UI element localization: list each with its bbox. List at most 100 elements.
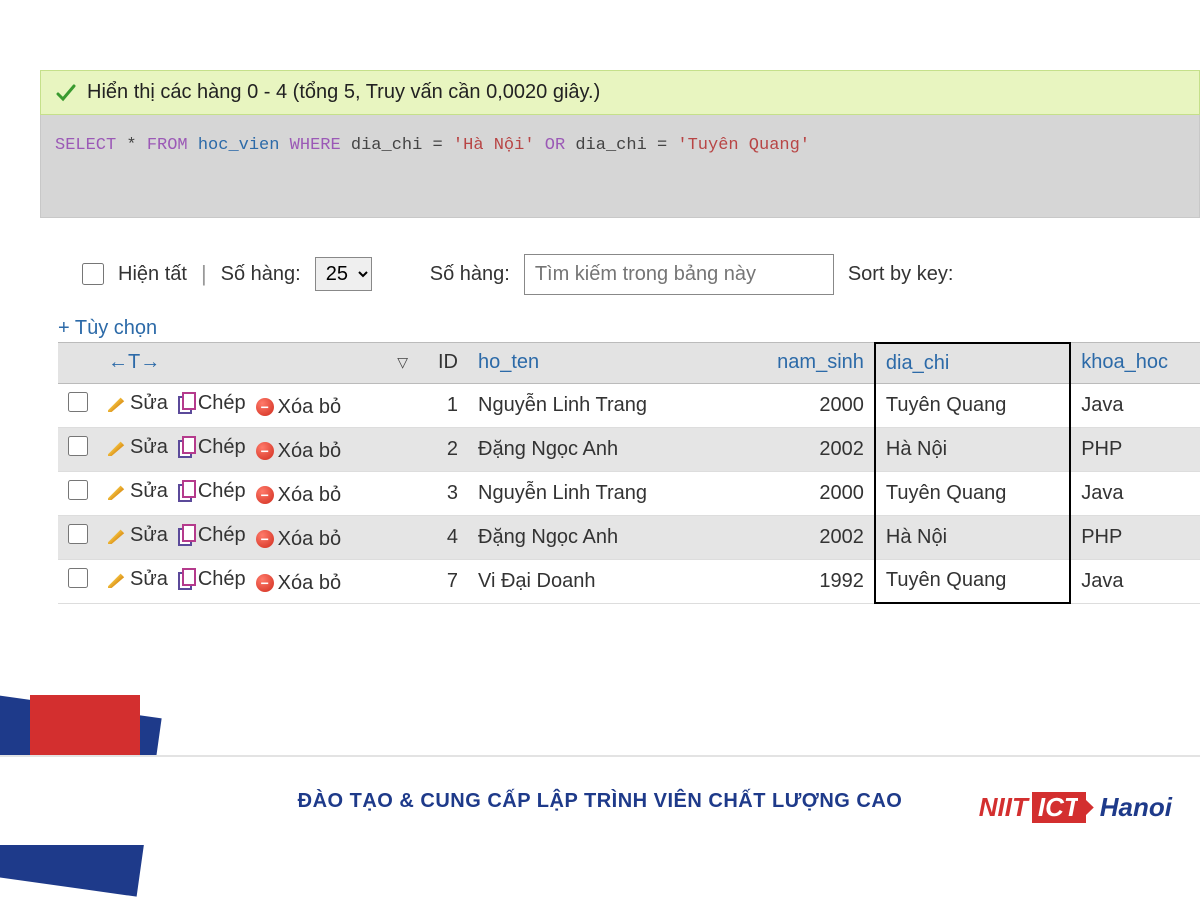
cell-ho-ten: Đặng Ngọc Anh	[468, 515, 727, 559]
copy-icon	[178, 394, 194, 412]
pencil-icon	[108, 438, 126, 456]
cell-nam-sinh: 1992	[727, 559, 875, 603]
cell-khoa-hoc: PHP	[1070, 427, 1200, 471]
col-dia-chi[interactable]: dia_chi	[875, 343, 1070, 384]
minus-circle-icon: −	[256, 530, 274, 548]
table-row: Sửa Chép− Xóa bỏ3Nguyễn Linh Trang2000Tu…	[58, 471, 1200, 515]
results-table: ←T→ ▽ ID ho_ten nam_sinh dia_chi khoa_ho…	[58, 342, 1200, 605]
rows-label: Số hàng:	[221, 263, 301, 286]
row-checkbox[interactable]	[68, 524, 88, 544]
cell-khoa-hoc: Java	[1070, 471, 1200, 515]
options-toggle[interactable]: + Tùy chọn	[40, 305, 1200, 342]
sort-by-key-label: Sort by key:	[848, 263, 954, 286]
col-khoa-hoc[interactable]: khoa_hoc	[1070, 343, 1200, 384]
footer-logo: NIIT ICT Hanoi	[979, 792, 1172, 823]
copy-button[interactable]: Chép	[178, 524, 246, 547]
sql-val1: 'Hà Nội'	[453, 136, 535, 155]
cell-nam-sinh: 2002	[727, 427, 875, 471]
minus-circle-icon: −	[256, 574, 274, 592]
cell-ho-ten: Nguyễn Linh Trang	[468, 471, 727, 515]
cell-id: 4	[418, 515, 468, 559]
success-message: Hiển thị các hàng 0 - 4 (tổng 5, Truy vấ…	[40, 70, 1200, 115]
delete-button[interactable]: − Xóa bỏ	[256, 528, 341, 551]
sql-table: hoc_vien	[198, 136, 280, 155]
show-all-checkbox[interactable]	[82, 263, 104, 285]
success-text: Hiển thị các hàng 0 - 4 (tổng 5, Truy vấ…	[87, 81, 600, 104]
sql-star: *	[126, 136, 136, 155]
cell-dia-chi: Tuyên Quang	[875, 559, 1070, 603]
delete-button[interactable]: − Xóa bỏ	[256, 396, 341, 419]
show-all-label: Hiện tất	[118, 263, 187, 286]
sort-arrow-icon[interactable]: ▽	[397, 354, 408, 371]
edit-button[interactable]: Sửa	[108, 524, 168, 547]
row-checkbox[interactable]	[68, 392, 88, 412]
divider: |	[201, 261, 207, 287]
logo-ict: ICT	[1032, 792, 1086, 823]
cell-id: 7	[418, 559, 468, 603]
cell-ho-ten: Vi Đại Doanh	[468, 559, 727, 603]
footer: ĐÀO TẠO & CUNG CẤP LẬP TRÌNH VIÊN CHẤT L…	[0, 755, 1200, 845]
col-id[interactable]: ID	[418, 343, 468, 384]
sql-col2: dia_chi	[575, 136, 646, 155]
logo-niit: NIIT	[979, 792, 1028, 823]
cell-khoa-hoc: Java	[1070, 559, 1200, 603]
cell-dia-chi: Hà Nội	[875, 515, 1070, 559]
sql-from: FROM	[147, 136, 188, 155]
copy-icon	[178, 526, 194, 544]
sql-select: SELECT	[55, 136, 116, 155]
col-t-arrow[interactable]: ←T→	[108, 351, 160, 374]
cell-dia-chi: Tuyên Quang	[875, 383, 1070, 427]
delete-button[interactable]: − Xóa bỏ	[256, 440, 341, 463]
col-nam-sinh[interactable]: nam_sinh	[727, 343, 875, 384]
cell-ho-ten: Nguyễn Linh Trang	[468, 383, 727, 427]
pencil-icon	[108, 482, 126, 500]
copy-button[interactable]: Chép	[178, 480, 246, 503]
col-ho-ten[interactable]: ho_ten	[468, 343, 727, 384]
edit-button[interactable]: Sửa	[108, 480, 168, 503]
table-row: Sửa Chép− Xóa bỏ4Đặng Ngọc Anh2002Hà Nội…	[58, 515, 1200, 559]
minus-circle-icon: −	[256, 398, 274, 416]
cell-dia-chi: Tuyên Quang	[875, 471, 1070, 515]
row-checkbox[interactable]	[68, 436, 88, 456]
cell-dia-chi: Hà Nội	[875, 427, 1070, 471]
cell-khoa-hoc: PHP	[1070, 515, 1200, 559]
cell-id: 2	[418, 427, 468, 471]
copy-icon	[178, 482, 194, 500]
pencil-icon	[108, 394, 126, 412]
edit-button[interactable]: Sửa	[108, 436, 168, 459]
table-row: Sửa Chép − Xóa bỏ 2Đặng Ngọc Anh2002Hà Nội…	[58, 427, 1200, 471]
table-row: Sửa Chép − Xóa bỏ 1Nguyễn Linh Trang2000Tu…	[58, 383, 1200, 427]
pencil-icon	[108, 570, 126, 588]
copy-button[interactable]: Chép	[178, 392, 246, 415]
check-icon	[55, 82, 77, 104]
copy-icon	[178, 570, 194, 588]
cell-ho-ten: Đặng Ngọc Anh	[468, 427, 727, 471]
phpmyadmin-panel: Hiển thị các hàng 0 - 4 (tổng 5, Truy vấ…	[40, 70, 1200, 604]
cell-khoa-hoc: Java	[1070, 383, 1200, 427]
edit-button[interactable]: Sửa	[108, 392, 168, 415]
table-header-row: ←T→ ▽ ID ho_ten nam_sinh dia_chi khoa_ho…	[58, 343, 1200, 384]
sql-where: WHERE	[290, 136, 341, 155]
row-checkbox[interactable]	[68, 568, 88, 588]
table-row: Sửa Chép − Xóa bỏ 7Vi Đại Doanh1992Tuyên Q…	[58, 559, 1200, 603]
cell-nam-sinh: 2000	[727, 383, 875, 427]
search-input[interactable]	[524, 254, 834, 295]
rows-label-2: Số hàng:	[430, 263, 510, 286]
sql-or: OR	[545, 136, 565, 155]
sql-col1: dia_chi	[351, 136, 422, 155]
delete-button[interactable]: − Xóa bỏ	[256, 572, 341, 595]
delete-button[interactable]: − Xóa bỏ	[256, 484, 341, 507]
row-checkbox[interactable]	[68, 480, 88, 500]
footer-tagline: ĐÀO TẠO & CUNG CẤP LẬP TRÌNH VIÊN CHẤT L…	[298, 790, 903, 813]
table-controls: Hiện tất | Số hàng: 25 Số hàng: Sort by …	[40, 218, 1200, 305]
rows-select[interactable]: 25	[315, 257, 372, 291]
copy-button[interactable]: Chép	[178, 568, 246, 591]
sql-eq2: =	[657, 136, 667, 155]
copy-icon	[178, 438, 194, 456]
minus-circle-icon: −	[256, 442, 274, 460]
copy-button[interactable]: Chép	[178, 436, 246, 459]
edit-button[interactable]: Sửa	[108, 568, 168, 591]
minus-circle-icon: −	[256, 486, 274, 504]
pencil-icon	[108, 526, 126, 544]
cell-id: 1	[418, 383, 468, 427]
